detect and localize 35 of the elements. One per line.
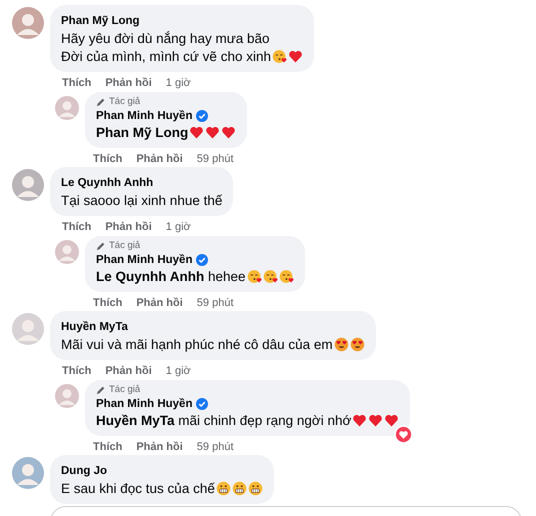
like-link[interactable]: Thích (93, 296, 122, 311)
like-link[interactable]: Thích (93, 440, 122, 455)
commenter-name[interactable]: Phan Minh Huyền (96, 253, 192, 267)
reply-link[interactable]: Phản hồi (136, 296, 183, 311)
comment-time: 59 phút (196, 152, 234, 167)
reply-text: Phan Mỹ Long (96, 125, 188, 140)
commenter-name[interactable]: Dung Jo (61, 464, 107, 478)
reply-link[interactable]: Phản hồi (105, 364, 152, 379)
reply-text: Le Quynhh Anhh hehee (96, 269, 246, 284)
comment-time: 59 phút (196, 440, 234, 455)
comment-text: Mãi vui và mãi hạnh phúc nhé cô dâu của em (61, 337, 333, 352)
reply-link[interactable]: Phản hồi (105, 76, 152, 91)
reply-link[interactable]: Phản hồi (136, 440, 183, 455)
commenter-name[interactable]: Phan Minh Huyền (96, 397, 192, 411)
reply-link[interactable]: Phản hồi (105, 220, 152, 235)
comment-text: Tại saooo lại xinh nhue thế (61, 193, 222, 208)
commenter-name[interactable]: Phan Mỹ Long (61, 14, 140, 28)
comment-text: E sau khi đọc tus của chế (61, 481, 215, 496)
author-label: Tác giả (109, 96, 140, 108)
comment-time: 1 giờ (166, 364, 191, 379)
comment-text: Hãy yêu đời dù nắng hay mưa bão Đời của mình, mình cứ vẽ cho xinh (61, 31, 271, 64)
author-label: Tác giả (109, 384, 140, 396)
like-link[interactable]: Thích (62, 364, 92, 379)
commenter-name[interactable]: Huyền MyTa (61, 320, 128, 334)
reply-link[interactable]: Phản hồi (136, 152, 183, 167)
commenter-name[interactable]: Le Quynhh Anhh (61, 176, 154, 190)
author-label: Tác giả (109, 240, 140, 252)
like-link[interactable]: Thích (62, 220, 92, 235)
comment-time: 1 giờ (166, 220, 191, 235)
comment-time: 59 phút (196, 296, 234, 311)
commenter-name[interactable]: Phan Minh Huyền (96, 109, 192, 123)
comment-time: 1 giờ (166, 76, 191, 91)
reply-text: Huyền MyTa mãi chinh đẹp rạng ngời nhớ (96, 413, 352, 428)
like-link[interactable]: Thích (62, 76, 92, 91)
like-link[interactable]: Thích (93, 152, 122, 167)
